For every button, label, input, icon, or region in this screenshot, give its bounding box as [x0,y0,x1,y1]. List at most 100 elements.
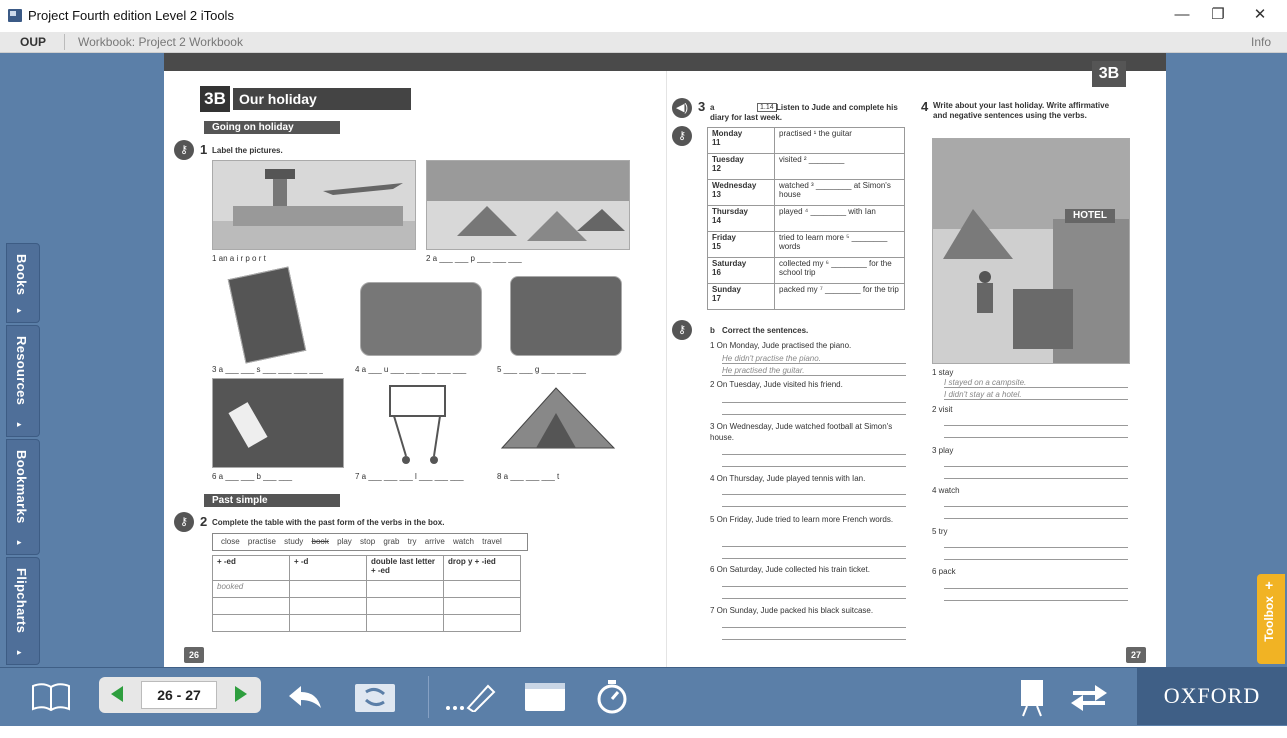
answer-line[interactable]: I stayed on a campsite. [944,378,1128,388]
campsite-picture [426,160,630,250]
flipchart-icon[interactable] [1012,668,1052,726]
swap-arrows-icon[interactable] [1066,668,1112,726]
page-flip-icon[interactable] [350,668,400,726]
answer-line[interactable] [722,627,906,628]
answer-key-icon[interactable]: ⚷ [174,140,194,160]
resources-tab[interactable]: Resources ▸ [6,325,40,437]
answer-line[interactable]: He practised the guitar. [722,366,906,376]
screen-shade-glyph [525,683,565,711]
diary-day: Wednesday [712,181,757,190]
answer-line[interactable] [944,547,1128,548]
unit-title: Our holiday [233,88,411,110]
next-page-button[interactable] [235,686,247,702]
book-open-icon[interactable] [28,668,74,726]
table-cell[interactable] [289,597,367,615]
answer-line[interactable] [722,494,906,495]
answer-line[interactable] [722,402,906,403]
restore-button[interactable]: ❐ [1198,4,1238,26]
diary-table: Monday 11 practised ¹ the guitar Tuesday 12… [707,127,905,310]
picture-label-3: 3 a ___ ___ s ___ ___ ___ ___ [212,365,323,374]
verb-forms-table: + -ed + -d double last letter + -ed drop… [212,555,521,632]
answer-line[interactable] [722,546,906,547]
table-cell[interactable] [443,614,521,632]
answer-key-icon[interactable]: ⚷ [672,126,692,146]
luggage-picture [510,276,622,356]
close-button[interactable]: ✕ [1240,4,1280,26]
answer-line[interactable] [944,425,1128,426]
verb: practise [247,537,276,546]
previous-page-button[interactable] [111,686,123,702]
chevron-right-icon: ▸ [17,647,22,657]
answer-line[interactable] [722,506,906,507]
answer-line[interactable] [944,506,1128,507]
table-cell[interactable] [289,580,367,598]
diary-entry: packed my ⁷ ________ for the trip [774,283,905,310]
page-flip-glyph [355,684,395,712]
airport-picture [212,160,416,250]
back-arrow-icon[interactable] [282,668,328,726]
answer-line[interactable] [944,600,1128,601]
pen-tool-icon[interactable] [440,668,500,726]
table-cell[interactable] [366,580,444,598]
page-number-input[interactable]: 26 - 27 [141,681,217,709]
answer-line[interactable] [944,559,1128,560]
flipcharts-tab[interactable]: Flipcharts ▸ [6,557,40,665]
answer-key-icon[interactable]: ⚷ [174,512,194,532]
toolbox-tab[interactable]: + Toolbox [1257,574,1285,664]
table-cell[interactable]: booked [212,580,290,598]
page-spine [666,71,667,667]
menu-divider [64,34,65,50]
table-cell[interactable] [212,597,290,615]
chevron-right-icon: ▸ [17,305,22,315]
diary-date: 12 [712,164,721,173]
verb: travel [482,537,502,546]
unit-badge: 3B [200,86,230,112]
answer-line[interactable] [944,478,1128,479]
diary-day-cell: Wednesday 13 [707,179,775,206]
table-header-row: + -ed + -d double last letter + -ed drop… [212,555,521,581]
answer-key-icon[interactable]: ⚷ [672,320,692,340]
table-cell[interactable] [366,597,444,615]
answer-line[interactable] [944,437,1128,438]
answer-line[interactable] [722,558,906,559]
answer-line[interactable] [722,639,906,640]
answer-line[interactable] [944,588,1128,589]
timer-icon[interactable] [592,668,632,726]
oup-menu[interactable]: OUP [20,35,46,49]
campsite-illustration [427,161,629,241]
table-cell[interactable] [366,614,444,632]
diary-date: 11 [712,138,721,147]
picture-label-4: 4 a ___ u ___ ___ ___ ___ ___ [355,365,467,374]
answer-line[interactable] [944,518,1128,519]
audio-speaker-icon[interactable]: ◀) [672,98,692,118]
answer-line[interactable] [722,598,906,599]
bookmarks-tab[interactable]: Bookmarks ▸ [6,439,40,555]
table-cell[interactable] [289,614,367,632]
answer-line[interactable]: I didn't stay at a hotel. [944,390,1128,400]
verb-struck: book [311,537,329,546]
exercise-number: 2 [200,514,208,529]
picture-label-8: 8 a ___ ___ ___ t [497,472,560,481]
minimize-button[interactable]: — [1162,4,1202,26]
page-number-left: 26 [184,647,204,663]
answer-line[interactable] [944,466,1128,467]
answer-line[interactable] [722,414,906,415]
bookmarks-tab-label: Bookmarks [14,450,29,524]
answer-line[interactable] [722,466,906,467]
book-open-glyph [32,683,70,712]
table-cell[interactable] [443,597,521,615]
page-top-bar [164,53,1166,71]
answer-line[interactable] [722,586,906,587]
answer-line[interactable]: He didn't practise the piano. [722,354,906,364]
exercise-number: 1 [200,142,208,157]
screen-shade-icon[interactable] [522,668,568,726]
info-button[interactable]: Info [1251,35,1271,49]
exercise-instruction: Correct the sentences. [722,326,809,335]
table-row: Wednesday 13 watched ³ ________ at Simon's… [707,179,905,206]
table-cell[interactable] [443,580,521,598]
table-cell[interactable] [212,614,290,632]
answer-line[interactable] [722,454,906,455]
picture-label-1: 1 an a i r p o r t [212,254,266,263]
sentence-1: 1 On Monday, Jude practised the piano. [710,341,852,350]
books-tab[interactable]: Books ▸ [6,243,40,323]
